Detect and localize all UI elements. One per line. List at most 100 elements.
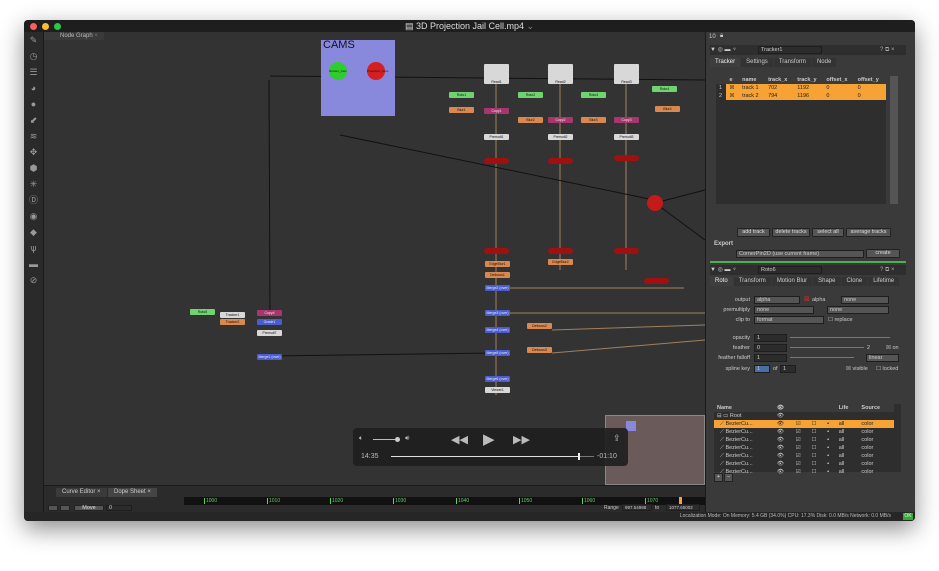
opacity-field[interactable]: 1 <box>754 334 787 342</box>
clock-icon[interactable]: ◷ <box>24 48 43 64</box>
max-panels-field[interactable]: 10 <box>709 34 716 40</box>
create-button[interactable]: create <box>866 249 900 258</box>
tab-node-graph[interactable]: Node Graph × <box>44 32 104 40</box>
roto-name-field[interactable]: Roto6 <box>758 266 822 274</box>
node-roto1[interactable]: Roto1 <box>449 92 474 98</box>
node-copy2[interactable]: Copy2 <box>548 117 573 123</box>
node-edgeblur2[interactable]: EdgeBlur2 <box>548 259 573 265</box>
list-item[interactable]: ⟋ BezierCu... 👁︎ ☑ ☐ ▪ all color <box>714 452 894 460</box>
scanline-node[interactable] <box>614 248 639 254</box>
camera-node-render-cam[interactable]: Render_Cam <box>329 62 347 80</box>
node-blur3[interactable]: Blur3 <box>581 117 606 123</box>
node-read2[interactable]: Read2 <box>548 64 573 84</box>
chevron-down-icon[interactable]: ⌄ <box>527 21 535 31</box>
move-mode-button[interactable]: Move <box>74 505 104 511</box>
node-merge1-over[interactable]: Merge1 (over) <box>257 354 282 360</box>
playback-scrubber[interactable] <box>391 453 594 460</box>
play-button[interactable]: ▶ <box>483 430 495 448</box>
tab-shape[interactable]: Shape <box>813 277 841 286</box>
output2-select[interactable]: none <box>841 296 889 304</box>
list-item[interactable]: ⟋ BezierCu... 👁︎ ☑ ☐ ▪ all color <box>714 420 894 428</box>
node-blur4[interactable]: Blur4 <box>655 106 680 112</box>
zoom-button[interactable] <box>60 505 70 511</box>
node-merge6-over[interactable]: Merge6 (over) <box>485 376 510 382</box>
add-track-button[interactable]: add track <box>737 228 770 237</box>
backdrop-cams[interactable]: CAMS Render_Cam Projection_Cam <box>321 40 395 116</box>
close-window-button[interactable] <box>30 23 37 30</box>
feather-falloff-field[interactable]: 1 <box>754 354 787 362</box>
list-item[interactable]: ⟋ BezierCu... 👁︎ ☑ ☐ ▪ all color <box>714 468 894 476</box>
tab-roto[interactable]: Roto <box>710 277 733 286</box>
node-copy3[interactable]: Copy3 <box>614 117 639 123</box>
node-defocus1[interactable]: Defocus1 <box>485 272 510 278</box>
node-copy4[interactable]: Copy4 <box>257 310 282 316</box>
layers-icon[interactable]: ≋ <box>24 128 43 144</box>
share-icon[interactable]: ⇪ <box>613 433 621 444</box>
table-scrollbar[interactable] <box>890 76 898 204</box>
node-graph-canvas[interactable]: CAMS Render_Cam Projection_Cam 🔈︎ 🔊︎ ◀◀ … <box>44 40 705 485</box>
help-close-icons[interactable]: ? ⧉ × <box>880 265 894 275</box>
collapse-icon[interactable]: ▼ ◎ ▬ ♆ <box>710 267 737 273</box>
node-merge4-over[interactable]: Merge4 (over) <box>485 327 510 333</box>
node-premult7[interactable]: Premult7 <box>257 330 282 336</box>
rewind-button[interactable]: ◀◀ <box>451 433 468 446</box>
node-premult3[interactable]: Premult3 <box>614 134 639 140</box>
tools-icon[interactable]: ѱ <box>24 240 43 256</box>
lock-icon[interactable]: 🔒︎ <box>720 33 723 40</box>
scanline-node[interactable] <box>484 158 509 164</box>
export-select[interactable]: CornerPin2D (use current frame) <box>736 250 864 258</box>
scanline-node[interactable] <box>614 155 639 161</box>
node-blur2[interactable]: Blur2 <box>518 117 543 123</box>
node-premult1[interactable]: Premult1 <box>484 134 509 140</box>
other-icon[interactable]: ▬ <box>24 256 43 272</box>
node-merge5-over[interactable]: Merge5 (over) <box>485 350 510 356</box>
list-item[interactable]: ⟋ BezierCu... 👁︎ ☑ ☐ ▪ all color <box>714 444 894 452</box>
delete-tracks-button[interactable]: delete tracks <box>772 228 810 237</box>
deep-icon[interactable]: Ⓓ <box>24 192 43 208</box>
tree-row-root[interactable]: ⊟ ▭ Root 👁︎ <box>714 412 894 420</box>
node-tracker2[interactable]: Tracker2 <box>220 319 245 325</box>
scanline-node[interactable] <box>548 248 573 254</box>
camera-node-projection-cam[interactable]: Projection_Cam <box>367 62 388 80</box>
tab-transform[interactable]: Transform <box>773 58 811 67</box>
tab-clone[interactable]: Clone <box>841 277 868 286</box>
tag-icon[interactable]: ◆ <box>24 224 43 240</box>
falloff-type-select[interactable]: linear <box>866 354 899 362</box>
tracker-name-field[interactable]: Tracker1 <box>758 46 822 54</box>
list-item[interactable]: ⟋ BezierCu... 👁︎ ☑ ☐ ▪ all color <box>714 428 894 436</box>
visible-checkbox[interactable]: ☒ visible <box>846 366 868 372</box>
spline-total-field[interactable]: 1 <box>780 365 796 373</box>
tab-lifetime[interactable]: Lifetime <box>868 277 900 286</box>
premultiply-select[interactable]: none <box>754 306 814 314</box>
node-blur1[interactable]: Blur1 <box>449 107 474 113</box>
scanline-node[interactable] <box>484 248 509 254</box>
range-from-field[interactable]: 997.54998 <box>622 504 652 511</box>
collapse-icon[interactable]: ▼ ◎ ▬ ♆ <box>710 47 737 53</box>
scanline-node[interactable] <box>644 278 669 284</box>
alpha-checkbox[interactable]: ☒ <box>804 296 809 303</box>
key-button[interactable] <box>48 505 58 511</box>
circle-filter-icon[interactable]: ● <box>24 96 43 112</box>
output-select[interactable]: alpha <box>754 296 800 304</box>
tab-dope-sheet[interactable]: Dope Sheet × <box>108 488 157 497</box>
add-shape-button[interactable]: + <box>714 473 723 482</box>
help-icon[interactable]: ⊘ <box>24 272 43 288</box>
node-viewer1[interactable]: Viewer1 <box>485 387 510 393</box>
scanline-node[interactable] <box>548 158 573 164</box>
volume-slider[interactable] <box>373 437 400 442</box>
help-close-icons[interactable]: ? ⧉ × <box>880 45 894 55</box>
list-item[interactable]: ⟋ BezierCu... 👁︎ ☑ ☐ ▪ all color <box>714 436 894 444</box>
keyer-icon[interactable]: ⬋ <box>24 112 43 128</box>
node-roto4[interactable]: Roto4 <box>652 86 677 92</box>
average-tracks-button[interactable]: average tracks <box>846 228 891 237</box>
maximize-window-button[interactable] <box>54 23 61 30</box>
feather-slider[interactable] <box>790 347 864 348</box>
node-roto3[interactable]: Roto3 <box>581 92 606 98</box>
node-read1[interactable]: Read1 <box>484 64 509 84</box>
minimize-window-button[interactable] <box>42 23 49 30</box>
close-icon[interactable]: × <box>94 33 98 39</box>
table-row[interactable]: 1 ☒ track 1 702 1192 0 0 <box>716 84 886 92</box>
premultiply2-select[interactable]: none <box>827 306 889 314</box>
node-defocus2[interactable]: Defocus2 <box>527 323 552 329</box>
falloff-slider[interactable] <box>790 357 854 358</box>
